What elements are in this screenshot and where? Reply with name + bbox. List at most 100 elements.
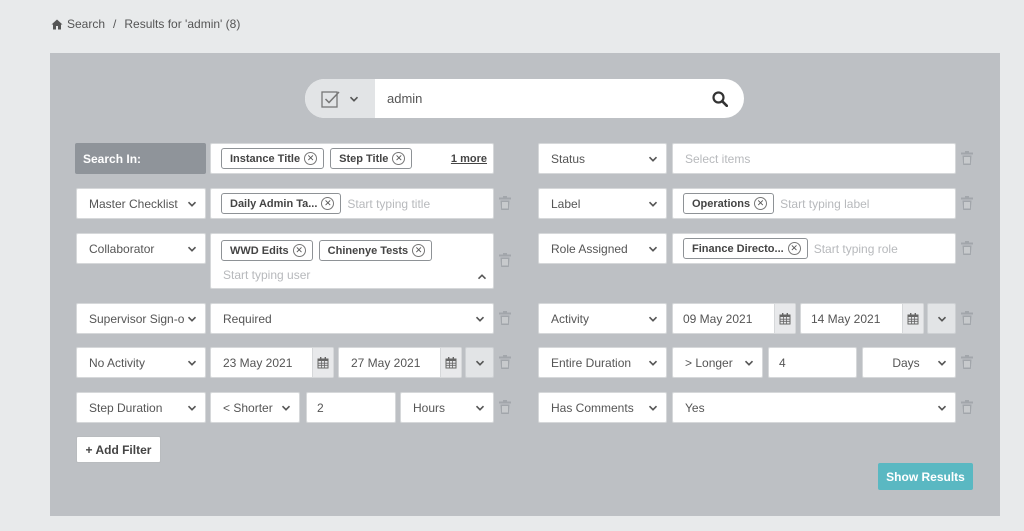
breadcrumb-search-link[interactable]: Search	[67, 17, 105, 31]
calendar-button[interactable]	[902, 304, 923, 333]
activity-from-date[interactable]: 09 May 2021	[672, 303, 796, 334]
chevron-down-icon	[648, 358, 658, 368]
close-icon[interactable]: ✕	[412, 244, 426, 257]
search-in-tag: Instance Title ✕	[221, 148, 325, 169]
trash-icon[interactable]	[499, 253, 511, 267]
calendar-icon	[779, 313, 791, 325]
breadcrumb: Search / Results for 'admin' (8)	[51, 17, 240, 31]
label-field-select[interactable]: Label	[538, 188, 667, 219]
has-comments-field-select[interactable]: Has Comments	[538, 392, 667, 423]
trash-icon[interactable]	[499, 196, 511, 210]
master-checklist-tag: Daily Admin Ta... ✕	[221, 193, 342, 214]
chevron-down-icon	[187, 244, 197, 254]
no-activity-toggle-button[interactable]	[465, 347, 494, 378]
breadcrumb-separator: /	[113, 17, 117, 31]
has-comments-value-select[interactable]: Yes	[672, 392, 956, 423]
collaborator-field-select[interactable]: Collaborator	[76, 233, 206, 264]
chevron-down-icon	[648, 154, 658, 164]
step-duration-operator-select[interactable]: < Shorter	[210, 392, 300, 423]
chevron-down-icon	[187, 403, 197, 413]
chevron-down-icon	[475, 358, 485, 368]
search-icon	[712, 90, 728, 107]
master-checklist-field-select[interactable]: Master Checklist	[76, 188, 206, 219]
checkbox-icon	[321, 90, 340, 108]
calendar-icon	[317, 357, 329, 369]
activity-toggle-button[interactable]	[927, 303, 956, 334]
chevron-down-icon	[937, 358, 947, 368]
entire-duration-unit-select[interactable]: Days	[862, 347, 956, 378]
breadcrumb-current: Results for 'admin' (8)	[124, 17, 241, 31]
chevron-down-icon	[937, 314, 947, 324]
search-input[interactable]	[375, 79, 696, 118]
role-field-select[interactable]: Role Assigned	[538, 233, 667, 264]
entire-duration-amount-input[interactable]: 4	[768, 347, 857, 378]
chevron-down-icon	[648, 244, 658, 254]
trash-icon[interactable]	[961, 355, 973, 369]
search-in-tag: Step Title ✕	[330, 148, 413, 169]
filter-panel	[50, 53, 1000, 516]
show-results-button[interactable]: Show Results	[878, 463, 973, 490]
trash-icon[interactable]	[961, 151, 973, 165]
chevron-down-icon	[475, 314, 485, 324]
calendar-button[interactable]	[774, 304, 795, 333]
step-duration-amount-input[interactable]: 2	[306, 392, 396, 423]
trash-icon[interactable]	[961, 241, 973, 255]
calendar-button[interactable]	[440, 348, 461, 377]
status-input[interactable]: Select items	[672, 143, 956, 174]
master-checklist-input[interactable]: Daily Admin Ta... ✕ Start typing title	[210, 188, 494, 219]
search-in-more-link[interactable]: 1 more	[451, 153, 487, 165]
no-activity-field-select[interactable]: No Activity	[76, 347, 206, 378]
supervisor-value-select[interactable]: Required	[210, 303, 494, 334]
no-activity-from-date[interactable]: 23 May 2021	[210, 347, 334, 378]
trash-icon[interactable]	[499, 355, 511, 369]
add-filter-button[interactable]: + Add Filter	[76, 436, 161, 463]
close-icon[interactable]: ✕	[787, 242, 801, 255]
entire-duration-field-select[interactable]: Entire Duration	[538, 347, 667, 378]
close-icon[interactable]: ✕	[304, 152, 318, 165]
step-duration-field-select[interactable]: Step Duration	[76, 392, 206, 423]
close-icon[interactable]: ✕	[321, 197, 335, 210]
chevron-down-icon	[937, 403, 947, 413]
trash-icon[interactable]	[499, 311, 511, 325]
search-in-field[interactable]: Instance Title ✕ Step Title ✕ 1 more	[210, 143, 494, 174]
label-input[interactable]: Operations ✕ Start typing label	[672, 188, 956, 219]
search-in-label: Search In:	[75, 143, 206, 174]
chevron-down-icon	[648, 403, 658, 413]
no-activity-to-date[interactable]: 27 May 2021	[338, 347, 462, 378]
chevron-down-icon	[187, 358, 197, 368]
calendar-icon	[907, 313, 919, 325]
close-icon[interactable]: ✕	[754, 197, 768, 210]
close-icon[interactable]: ✕	[392, 152, 406, 165]
trash-icon[interactable]	[961, 196, 973, 210]
supervisor-field-select[interactable]: Supervisor Sign-o	[76, 303, 206, 334]
trash-icon[interactable]	[499, 400, 511, 414]
label-tag: Operations ✕	[683, 193, 775, 214]
activity-to-date[interactable]: 14 May 2021	[800, 303, 924, 334]
calendar-icon	[445, 357, 457, 369]
calendar-button[interactable]	[312, 348, 333, 377]
status-field-select[interactable]: Status	[538, 143, 667, 174]
collaborator-tag: WWD Edits ✕	[221, 240, 313, 261]
chevron-up-icon[interactable]	[477, 272, 487, 282]
home-icon	[51, 19, 63, 29]
chevron-down-icon	[349, 94, 359, 104]
chevron-down-icon	[648, 314, 658, 324]
close-icon[interactable]: ✕	[292, 244, 306, 257]
search-type-select[interactable]	[305, 79, 375, 118]
role-input[interactable]: Finance Directo... ✕ Start typing role	[672, 233, 956, 264]
trash-icon[interactable]	[961, 311, 973, 325]
chevron-down-icon	[744, 358, 754, 368]
role-tag: Finance Directo... ✕	[683, 238, 808, 259]
chevron-down-icon	[187, 314, 197, 324]
collaborator-tag: Chinenye Tests ✕	[318, 240, 433, 261]
entire-duration-operator-select[interactable]: > Longer	[672, 347, 763, 378]
trash-icon[interactable]	[961, 400, 973, 414]
chevron-down-icon	[187, 199, 197, 209]
collaborator-input[interactable]: WWD Edits ✕ Chinenye Tests ✕ Start typing …	[210, 233, 494, 289]
step-duration-unit-select[interactable]: Hours	[400, 392, 494, 423]
search-button[interactable]	[696, 79, 744, 118]
activity-field-select[interactable]: Activity	[538, 303, 667, 334]
chevron-down-icon	[281, 403, 291, 413]
chevron-down-icon	[648, 199, 658, 209]
search-bar	[305, 79, 744, 118]
